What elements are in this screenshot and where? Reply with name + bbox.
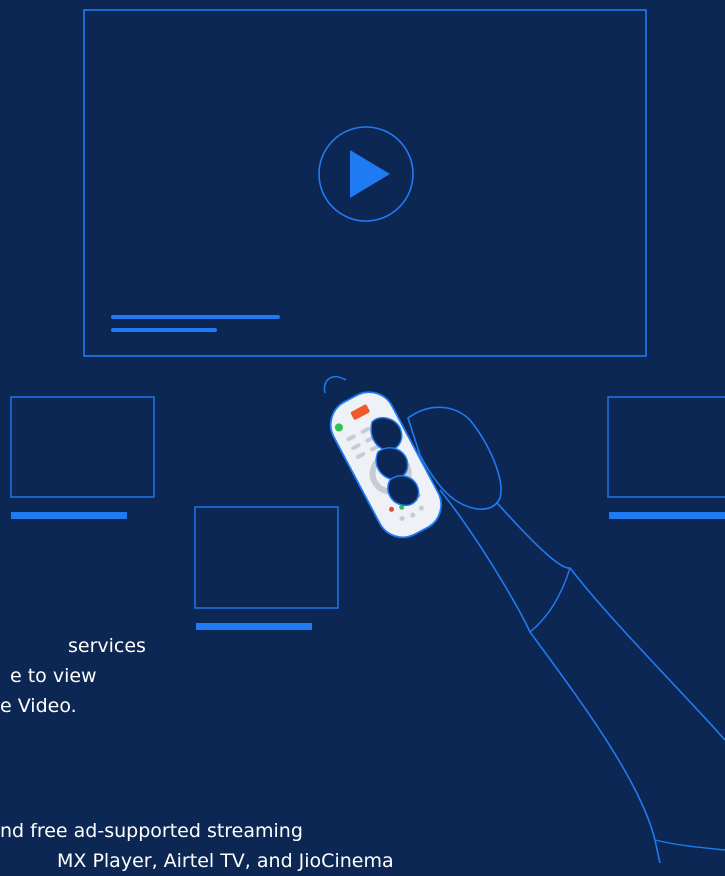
text-line: e Video. (0, 695, 77, 717)
illustration-canvas: services e to view e Video. nd free ad-s… (0, 0, 725, 872)
text-line: nd free ad-supported streaming (0, 820, 303, 842)
small-screen-left-stand (11, 512, 127, 519)
text-line: e to view (10, 665, 97, 687)
text-line: services (68, 635, 146, 657)
streaming-illustration (0, 0, 725, 864)
progress-line-long (111, 315, 280, 319)
text-line: MX Player, Airtel TV, and JioCinema (57, 850, 394, 872)
small-screen-middle-stand (196, 623, 312, 630)
small-screen-right-stand (609, 512, 725, 519)
progress-line-short (111, 328, 217, 332)
